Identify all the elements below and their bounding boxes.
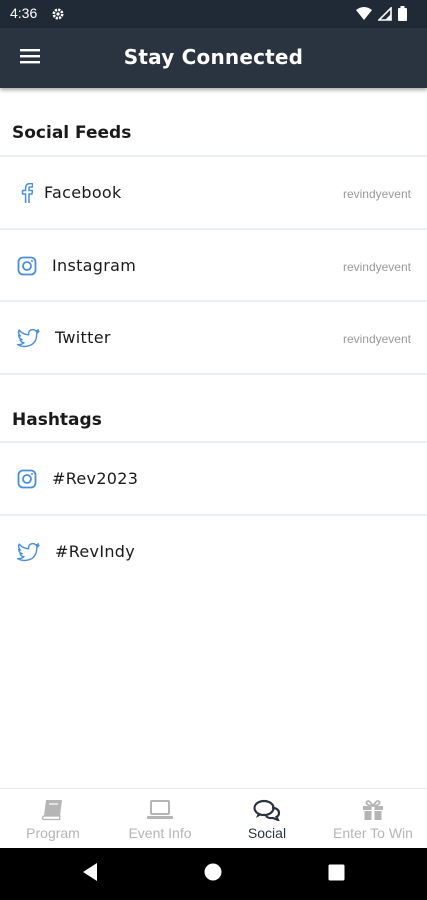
- nav-label: Enter To Win: [333, 825, 413, 841]
- system-navigation-bar: [0, 848, 427, 900]
- back-triangle-icon: [81, 862, 99, 886]
- hashtag-row-instagram[interactable]: #Rev2023: [0, 443, 427, 515]
- wifi-icon: [356, 6, 372, 25]
- social-feed-label: Twitter: [55, 328, 111, 347]
- page-title: Stay Connected: [123, 45, 304, 69]
- signal-icon: [377, 6, 392, 25]
- social-feed-label: Instagram: [52, 256, 137, 275]
- instagram-icon: [15, 467, 39, 491]
- social-feed-handle: revindyevent: [342, 332, 411, 346]
- status-icons: [356, 6, 407, 25]
- chat-bubbles-icon: [214, 799, 320, 823]
- settings-gear-icon: [51, 6, 65, 25]
- nav-label: Program: [26, 825, 80, 841]
- social-feed-handle: revindyevent: [342, 260, 411, 274]
- twitter-icon: [16, 326, 40, 350]
- facebook-icon: [15, 181, 39, 205]
- laptop-icon: [107, 799, 213, 823]
- status-bar: 4:36: [0, 0, 427, 28]
- divider: [0, 373, 427, 375]
- instagram-icon: [15, 254, 39, 278]
- back-button[interactable]: [78, 862, 102, 886]
- nav-label: Event Info: [128, 825, 192, 841]
- recents-button[interactable]: [324, 862, 348, 886]
- bottom-navigation: Program Event Info Social Enter To Win: [0, 788, 427, 848]
- app-bar: Stay Connected: [0, 28, 427, 88]
- book-icon: [0, 799, 106, 823]
- nav-label: Social: [247, 825, 287, 841]
- hashtag-row-twitter[interactable]: #RevIndy: [0, 516, 427, 588]
- social-feeds-heading: Social Feeds: [12, 123, 132, 143]
- recents-square-icon: [328, 864, 345, 885]
- home-circle-icon: [204, 863, 222, 885]
- nav-item-social[interactable]: Social: [214, 789, 320, 849]
- battery-icon: [398, 6, 407, 25]
- nav-item-enter-to-win[interactable]: Enter To Win: [320, 789, 426, 849]
- twitter-icon: [16, 540, 40, 564]
- hashtags-heading: Hashtags: [12, 410, 102, 430]
- hashtag-label: #Rev2023: [52, 469, 139, 488]
- nav-item-event-info[interactable]: Event Info: [107, 789, 213, 849]
- social-feed-row-instagram[interactable]: Instagram revindyevent: [0, 230, 427, 302]
- social-feed-handle: revindyevent: [342, 187, 411, 201]
- social-feed-label: Facebook: [44, 183, 122, 202]
- gift-icon: [320, 799, 426, 823]
- status-time: 4:36: [10, 5, 38, 21]
- social-feed-row-twitter[interactable]: Twitter revindyevent: [0, 302, 427, 374]
- hashtag-label: #RevIndy: [55, 542, 136, 561]
- nav-item-program[interactable]: Program: [0, 789, 106, 849]
- social-feed-row-facebook[interactable]: Facebook revindyevent: [0, 157, 427, 229]
- home-button[interactable]: [201, 862, 225, 886]
